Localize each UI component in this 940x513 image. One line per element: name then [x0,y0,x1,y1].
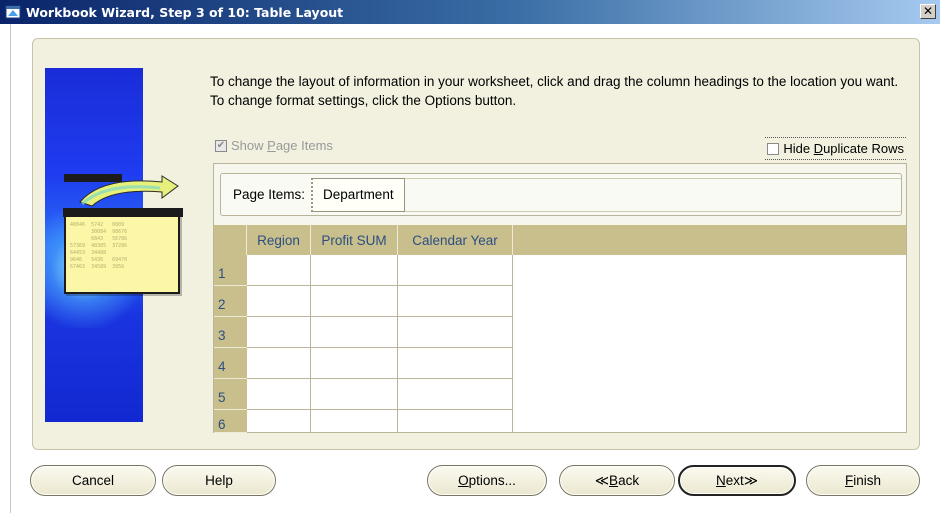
row-number: 5 [214,379,247,410]
show-page-items-label: Show Page Items [231,138,333,153]
checkbox-unchecked-icon [767,142,780,155]
page-item-department[interactable]: Department [311,177,405,212]
table-row: 4 [214,348,513,379]
table-row: 1 [214,255,513,286]
row-number: 4 [214,348,247,379]
spreadsheet-icon: 40046 5742 0009 30084 98676 6843 56786 5… [63,208,183,294]
table-cell [247,348,311,379]
table-cell [398,317,513,348]
table-body: 1 2 3 4 5 6 [214,255,513,433]
column-heading-profit-sum[interactable]: Profit SUM [311,225,398,255]
row-number: 6 [214,410,247,433]
table-row: 5 [214,379,513,410]
checkbox-checked-icon: ✔ [215,139,227,152]
table-row: 6 [214,410,513,433]
show-page-items-checkbox[interactable]: ✔ Show Page Items [215,138,333,153]
back-arrow-icon: ≪ [594,472,610,488]
table-cell [247,410,311,433]
table-corner [214,225,247,255]
page-items-drop-zone[interactable]: Page Items: Department [220,173,902,216]
table-cell [247,286,311,317]
table-cell [247,379,311,410]
table-cell [311,255,398,286]
table-cell [398,348,513,379]
table-row: 2 [214,286,513,317]
table-cell [398,255,513,286]
table-cell [398,410,513,433]
options-button[interactable]: Options... [427,465,547,496]
table-cell [398,286,513,317]
back-button[interactable]: ≪ Back [559,465,675,496]
instructions-text: To change the layout of information in y… [210,74,899,108]
page-items-label: Page Items: [233,187,306,202]
close-button[interactable]: ✕ [920,4,936,19]
row-number: 2 [214,286,247,317]
table-header: Region Profit SUM Calendar Year [214,225,906,255]
cancel-button[interactable]: Cancel [30,465,156,496]
next-arrow-icon: ≫ [743,472,758,488]
hide-duplicate-rows-label: Hide Duplicate Rows [783,141,904,156]
window-title: Workbook Wizard, Step 3 of 10: Table Lay… [26,4,344,20]
table-cell [398,379,513,410]
window-border [10,24,11,513]
finish-button[interactable]: Finish [806,465,920,496]
table-cell [247,317,311,348]
next-button[interactable]: Next ≫ [678,465,796,496]
row-number: 3 [214,317,247,348]
table-layout-area: Page Items: Department Region Profit SUM… [213,163,907,433]
hide-duplicate-rows-checkbox[interactable]: Hide Duplicate Rows [765,137,906,160]
help-button[interactable]: Help [162,465,276,496]
table-cell [247,255,311,286]
table-cell [311,317,398,348]
wizard-app-icon [4,3,22,21]
table-grid: Region Profit SUM Calendar Year 1 2 3 4 … [214,225,906,433]
table-cell [311,286,398,317]
table-cell [311,348,398,379]
title-bar: Workbook Wizard, Step 3 of 10: Table Lay… [0,0,940,24]
table-cell [311,410,398,433]
close-icon: ✕ [922,4,934,18]
page-items-empty-slot[interactable] [404,177,901,212]
table-cell [311,379,398,410]
column-heading-region[interactable]: Region [247,225,311,255]
table-row: 3 [214,317,513,348]
row-number: 1 [214,255,247,286]
column-heading-calendar-year[interactable]: Calendar Year [398,225,513,255]
